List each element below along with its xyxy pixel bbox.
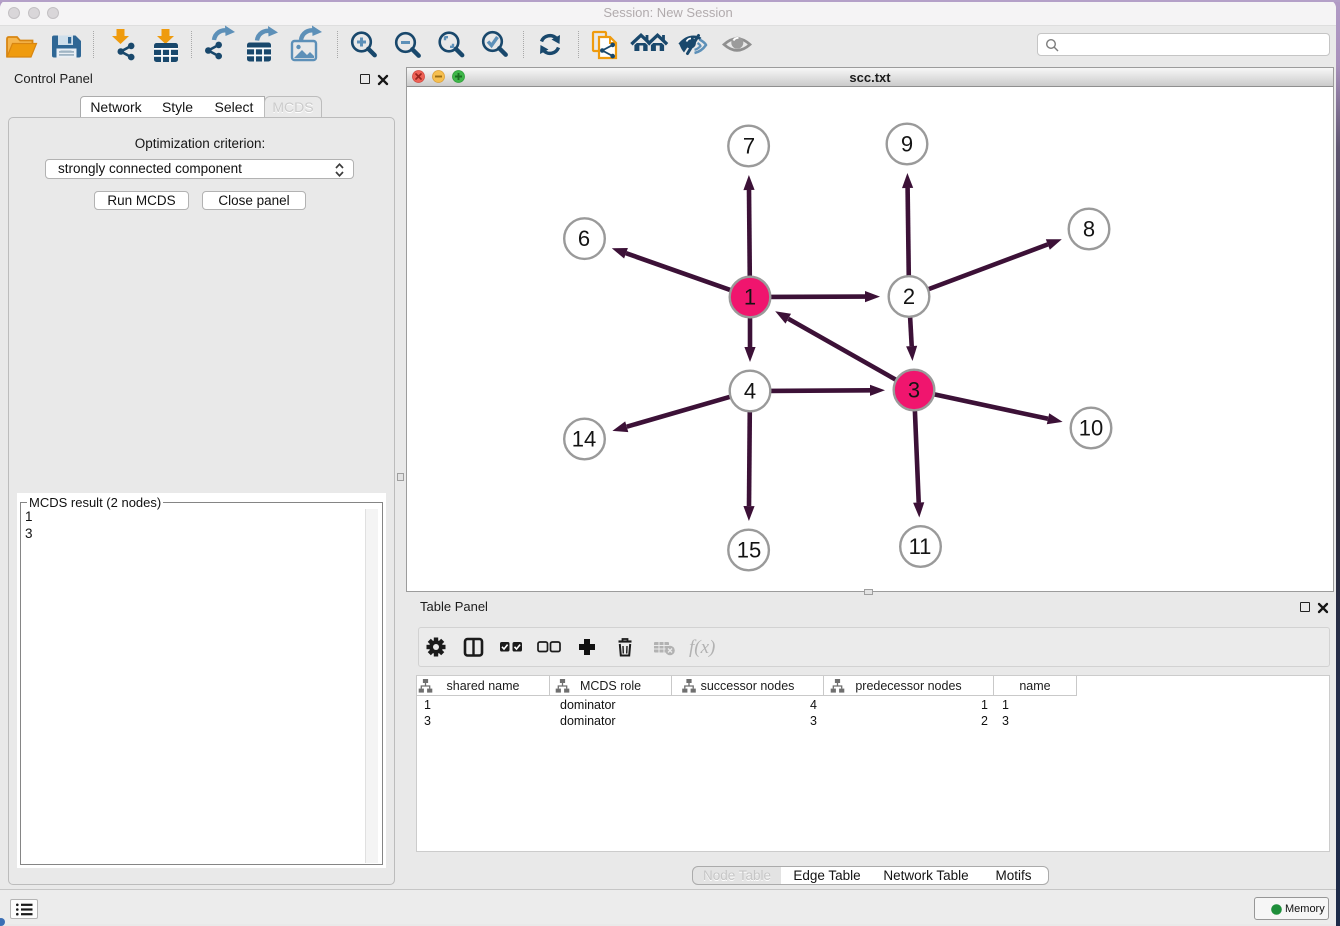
svg-text:4: 4 <box>744 379 756 404</box>
svg-text:3: 3 <box>908 378 920 403</box>
svg-text:6: 6 <box>578 226 590 251</box>
svg-text:15: 15 <box>737 538 761 563</box>
svg-text:14: 14 <box>572 427 596 452</box>
svg-text:2: 2 <box>903 284 915 309</box>
svg-text:9: 9 <box>901 132 913 157</box>
svg-text:1: 1 <box>744 285 756 310</box>
svg-text:8: 8 <box>1083 217 1095 242</box>
svg-text:f(x): f(x) <box>689 637 715 658</box>
svg-text:11: 11 <box>909 534 932 559</box>
svg-text:10: 10 <box>1079 416 1103 441</box>
svg-text:7: 7 <box>743 134 755 159</box>
